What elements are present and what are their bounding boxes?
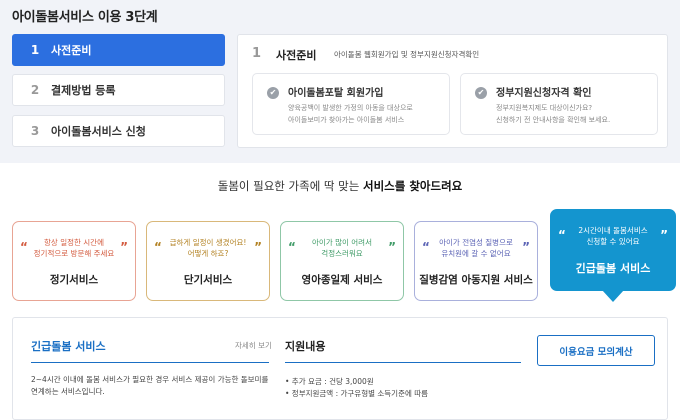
card-description: 정부지원복지제도 대상이신가요? 신청하기 전 안내사항을 확인해 보세요. [496,104,611,124]
check-icon: ✔ [475,87,487,99]
service-description: 아이가 많이 어려서 걱정스러워요 [312,238,372,258]
quote-close-icon: ” [120,240,128,254]
step-detail-panel: 1 사전준비 아이돌봄 웹회원가입 및 정부지원신청자격확인 ✔ 아이돌봄포탈 … [237,34,668,148]
step-number: 1 [30,43,40,57]
quote-open-icon: “ [422,240,430,254]
service-description: 2시간이내 돌봄서비스 신청할 수 있어요 [578,226,648,246]
service-card-regular[interactable]: “ ” 항상 일정한 시간에 정기적으로 방문해 주세요 정기서비스 [12,221,136,301]
support-title: 지원내용 [285,340,326,353]
card-description: 양육공백이 발생한 가정의 아동을 대상으로 아이돌보미가 찾아가는 아이돌봄 … [288,104,413,124]
quote-open-icon: “ [154,240,162,254]
quote-close-icon: ” [254,240,262,254]
step-number: 2 [30,83,40,97]
signup-card[interactable]: ✔ 아이돌봄포탈 회원가입 양육공백이 발생한 가정의 아동을 대상으로 아이돌… [252,73,450,135]
service-card-infant[interactable]: “ ” 아이가 많이 어려서 걱정스러워요 영아종일제 서비스 [280,221,404,301]
service-card-short-term[interactable]: “ ” 급하게 일정이 생겼어요! 어떻게 하죠? 단기서비스 [146,221,270,301]
service-info-description: 2~4시간 이내에 돌봄 서비스가 필요한 경우 서비스 제공이 가능한 돌보미… [31,375,269,396]
quote-close-icon: ” [660,228,668,242]
service-name: 단기서비스 [183,274,233,286]
service-card-illness[interactable]: “ ” 아이가 전염성 질병으로 유치원에 갈 수 없어요 질병감염 아동지원 … [414,221,538,301]
divider [31,362,269,363]
step-label: 결제방법 등록 [51,84,116,97]
selected-pointer-icon [602,290,624,302]
section-heading: 아이돌봄서비스 이용 3단계 [12,10,158,25]
divider [285,362,521,363]
service-info-title: 긴급돌봄 서비스 [31,340,106,353]
support-details: • 추가 요금 : 건당 3,000원 • 정부지원금액 : 가구유형별 소득기… [285,377,429,398]
detail-number: 1 [252,46,262,61]
eligibility-card[interactable]: ✔ 정부지원신청자격 확인 정부지원복지제도 대상이신가요? 신청하기 전 안내… [460,73,658,135]
service-name: 정기서비스 [49,274,99,286]
quote-open-icon: “ [20,240,28,254]
service-description: 급하게 일정이 생겼어요! 어떻게 하죠? [169,238,247,258]
step-number: 3 [30,124,40,138]
service-name: 질병감염 아동지원 서비스 [419,274,533,286]
more-link[interactable]: 자세히 보기 [235,340,272,351]
service-card-emergency[interactable]: “ ” 2시간이내 돌봄서비스 신청할 수 있어요 긴급돌봄 서비스 [550,209,676,291]
service-name: 영아종일제 서비스 [301,274,383,286]
step-label: 아이돌봄서비스 신청 [51,125,146,138]
step-3-apply[interactable]: 3 아이돌봄서비스 신청 [12,115,225,147]
service-description: 아이가 전염성 질병으로 유치원에 갈 수 없어요 [439,238,513,258]
step-2-payment[interactable]: 2 결제방법 등록 [12,74,225,106]
quote-open-icon: “ [558,228,566,242]
service-name: 긴급돌봄 서비스 [575,262,651,275]
detail-description: 아이돌봄 웹회원가입 및 정부지원신청자격확인 [334,50,480,59]
service-info-panel: 긴급돌봄 서비스 자세히 보기 2~4시간 이내에 돌봄 서비스가 필요한 경우… [12,317,668,420]
service-description: 항상 일정한 시간에 정기적으로 방문해 주세요 [33,238,115,258]
usage-steps-section: 아이돌봄서비스 이용 3단계 1 사전준비 2 결제방법 등록 3 아이돌봄서비… [0,0,680,163]
card-title: 아이돌봄포탈 회원가입 [288,88,384,99]
card-title: 정부지원신청자격 확인 [496,88,592,99]
detail-title: 사전준비 [276,49,317,62]
fee-simulation-button[interactable]: 이용요금 모의계산 [537,335,655,366]
step-1-prepare[interactable]: 1 사전준비 [12,34,225,66]
quote-close-icon: ” [388,240,396,254]
quote-close-icon: ” [522,240,530,254]
step-label: 사전준비 [51,44,92,57]
service-tagline: 돌봄이 필요한 가족에 딱 맞는 서비스를 찾아드려요 [217,179,463,193]
quote-open-icon: “ [288,240,296,254]
check-icon: ✔ [267,87,279,99]
